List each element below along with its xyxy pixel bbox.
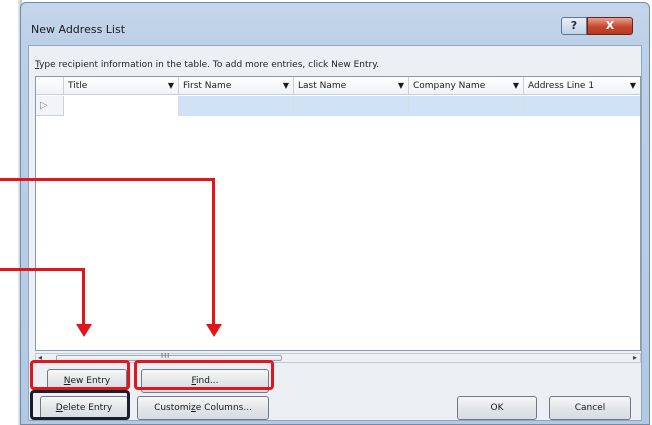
close-icon: X [605, 19, 615, 32]
new-row-marker-icon[interactable]: ▷ [36, 96, 64, 116]
column-label: Last Name [298, 81, 347, 91]
delete-entry-highlight [30, 390, 130, 420]
dropdown-arrow-icon[interactable]: ▼ [630, 77, 636, 95]
column-header-company-name[interactable]: Company Name ▼ [409, 77, 524, 95]
recipient-table[interactable]: Title ▼ First Name ▼ Last Name ▼ Company… [35, 76, 641, 351]
column-label: Address Line 1 [528, 81, 595, 91]
dropdown-arrow-icon[interactable]: ▼ [398, 77, 404, 95]
column-header-last-name[interactable]: Last Name ▼ [294, 77, 409, 95]
callout-arrow-icon [76, 324, 92, 337]
ok-button[interactable]: OK [457, 396, 537, 420]
instructions-text: Type recipient information in the table.… [35, 60, 379, 70]
dialog-title: New Address List [31, 23, 126, 36]
callout-line-new-entry-vertical [82, 268, 85, 328]
scrollbar-grip-icon: III [161, 352, 171, 360]
arrowhead-new-entry [76, 324, 92, 337]
column-label: Company Name [413, 81, 486, 91]
help-button[interactable]: ? [561, 17, 587, 35]
callout-line-find-vertical [212, 178, 215, 326]
page-background [0, 0, 20, 425]
help-icon: ? [570, 19, 578, 32]
close-button[interactable]: X [587, 17, 633, 35]
customize-columns-button[interactable]: Customize Columns... [137, 396, 269, 420]
button-label: e Columns... [195, 403, 252, 413]
dropdown-arrow-icon[interactable]: ▼ [283, 77, 289, 95]
cancel-button[interactable]: Cancel [549, 396, 631, 420]
column-label: Title [68, 81, 88, 91]
table-cell-title[interactable] [64, 96, 179, 116]
table-cell-last-name[interactable] [294, 96, 409, 116]
column-header-address-line-1[interactable]: Address Line 1 ▼ [524, 77, 640, 95]
callout-line-new-entry-horizontal [0, 268, 85, 271]
button-label: Cancel [574, 403, 606, 413]
button-label: Customi [154, 403, 192, 413]
scroll-right-arrow-icon[interactable]: ▸ [633, 353, 637, 362]
dropdown-arrow-icon[interactable]: ▼ [168, 77, 174, 95]
column-header-first-name[interactable]: First Name ▼ [179, 77, 294, 95]
find-highlight [134, 360, 274, 390]
callout-arrow-icon [206, 324, 222, 337]
title-bar[interactable]: New Address List ? X [21, 3, 649, 43]
dropdown-arrow-icon[interactable]: ▼ [513, 77, 519, 95]
instructions-body: ype recipient information in the table. … [39, 60, 380, 70]
table-cell-first-name[interactable] [179, 96, 294, 116]
column-header-title[interactable]: Title ▼ [64, 77, 179, 95]
column-label: First Name [183, 81, 232, 91]
button-label: OK [490, 403, 504, 413]
row-selector-header [36, 77, 64, 95]
new-entry-highlight [30, 360, 130, 390]
table-cell-company-name[interactable] [409, 96, 524, 116]
table-row[interactable]: ▷ [36, 96, 640, 116]
table-header-row: Title ▼ First Name ▼ Last Name ▼ Company… [36, 77, 640, 95]
callout-line-find-horizontal [0, 178, 215, 181]
arrowhead-find [206, 324, 222, 337]
table-cell-address-line-1[interactable] [524, 96, 640, 116]
